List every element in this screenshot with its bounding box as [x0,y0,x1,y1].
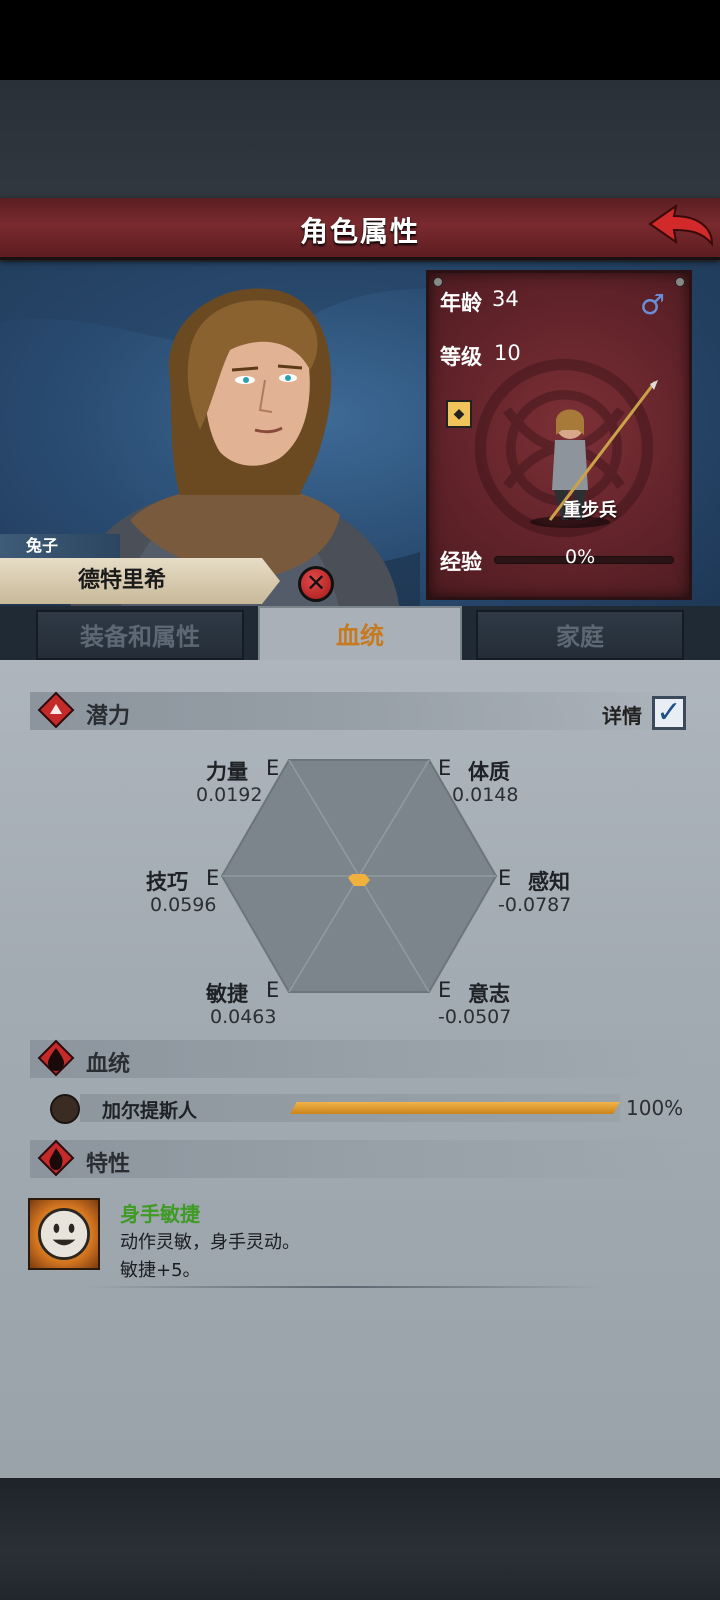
unit-type-label: 重步兵 [563,500,617,521]
attr-constitution-name: 体质 [468,760,510,784]
attr-skill-value: 0.0596 [150,894,217,916]
back-arrow-icon[interactable] [646,202,716,254]
attr-constitution-grade: E [438,756,452,780]
page-title: 角色属性 [299,215,420,248]
tab-family[interactable]: 家庭 [476,610,684,660]
lineage-percent-fill [290,1102,620,1114]
smiley-face-icon [28,1198,100,1270]
attr-strength-grade: E [266,756,280,780]
age-value: 34 [492,287,519,311]
lineage-title: 血统 [86,1052,131,1077]
lineage-name: 加尔提斯人 [102,1100,198,1122]
lineage-emblem-icon [50,1094,80,1124]
status-bar-area [0,0,720,80]
traits-title: 特性 [86,1152,131,1177]
attr-perception-name: 感知 [528,870,570,894]
rivet [675,277,685,287]
shield-rank-icon: ◆ [446,400,472,428]
detail-checkbox[interactable]: ✓ [652,696,686,730]
attr-constitution-value: 0.0148 [452,784,519,806]
attr-perception-grade: E [498,866,512,890]
level-value: 10 [494,341,521,365]
lineage-percent: 100% [626,1096,684,1120]
attr-skill-name: 技巧 [146,870,188,894]
attr-agility-value: 0.0463 [210,1006,277,1028]
attr-agility-name: 敏捷 [206,982,248,1006]
exp-value: 0% [565,546,596,568]
attr-perception-value: -0.0787 [498,894,572,916]
bottom-bar [0,1478,720,1600]
blood-drop-icon [37,1039,75,1077]
rivet [433,277,443,287]
attr-willpower-grade: E [438,978,452,1002]
character-nickname: 兔子 [0,534,120,558]
exp-label: 经验 [440,550,482,574]
detail-label: 详情 [602,704,642,728]
character-name: 德特里希 [0,558,280,604]
attr-strength-name: 力量 [206,760,248,784]
attr-skill-grade: E [206,866,220,890]
divider [82,1286,602,1288]
attr-willpower-name: 意志 [468,982,510,1006]
tab-lineage[interactable]: 血统 [258,606,462,664]
attr-strength-value: 0.0192 [196,784,263,806]
flame-icon [37,1139,75,1177]
dismiss-button[interactable]: ✕ [298,566,334,602]
trait-description: 动作灵敏，身手灵动。 [120,1232,300,1253]
attr-agility-grade: E [266,978,280,1002]
potential-icon [37,691,75,729]
lineage-percent-bar [290,1102,620,1114]
attr-willpower-value: -0.0507 [438,1006,512,1028]
trait-name: 身手敏捷 [120,1202,200,1226]
age-label: 年龄 [440,291,482,315]
title-bar: 角色属性 [0,198,720,260]
level-label: 等级 [440,345,482,369]
potential-title: 潜力 [86,704,131,729]
male-gender-icon: ♂ [640,288,666,321]
trait-effect: 敏捷+5。 [120,1260,201,1281]
tab-equipment-attributes[interactable]: 装备和属性 [36,610,244,660]
